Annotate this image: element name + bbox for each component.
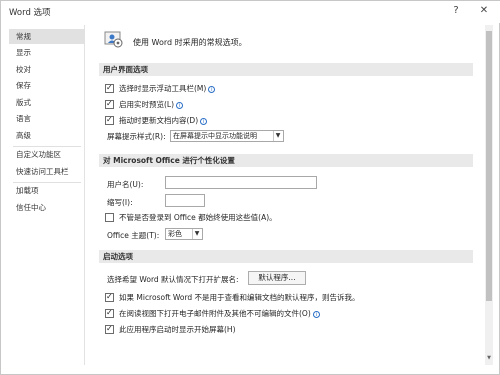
options-content: 使用 Word 时采用的常规选项。 用户界面选项 选择时显示浮动工具栏(M)i … <box>95 25 481 365</box>
chevron-down-icon: ▼ <box>273 131 282 141</box>
initials-label: 缩写(I): <box>107 198 133 207</box>
sidebar-item-general[interactable]: 常规 <box>9 29 85 44</box>
ui-options-header: 用户界面选项 <box>99 63 473 76</box>
sidebar-item-add-ins[interactable]: 加载项 <box>9 183 85 198</box>
personalize-header: 对 Microsoft Office 进行个性化设置 <box>99 154 473 167</box>
option-reading-view-attachments[interactable]: 在阅读视图下打开电子邮件附件及其他不可编辑的文件(O)i <box>105 307 475 320</box>
sidebar-item-display[interactable]: 显示 <box>9 45 85 60</box>
info-icon: i <box>176 101 184 109</box>
show-start-screen-label: 此应用程序启动时显示开始屏幕(H) <box>119 325 236 334</box>
option-mini-toolbar[interactable]: 选择时显示浮动工具栏(M)i <box>105 82 405 95</box>
word-options-dialog: Word 选项 ? ✕ 常规 显示 校对 保存 版式 语言 高级 自定义功能区 … <box>0 0 500 375</box>
default-program-notice-label: 如果 Microsoft Word 不是用于查看和编辑文档的默认程序，则告诉我。 <box>119 293 360 302</box>
startup-options-header: 启动选项 <box>99 250 473 263</box>
screentip-style-select[interactable]: 在屏幕提示中显示功能说明 ▼ <box>170 130 284 142</box>
option-update-while-dragging[interactable]: 拖动时更新文档内容(D)i <box>105 114 405 127</box>
sidebar-item-quick-access-toolbar[interactable]: 快速访问工具栏 <box>9 164 85 179</box>
sidebar-item-customize-ribbon[interactable]: 自定义功能区 <box>9 147 85 162</box>
always-use-values-label: 不管是否登录到 Office 都始终使用这些值(A)。 <box>119 213 277 222</box>
mini-toolbar-checkbox[interactable] <box>105 82 114 94</box>
dialog-title: Word 选项 <box>9 8 51 18</box>
close-button[interactable]: ✕ <box>475 3 493 19</box>
default-program-notice-checkbox[interactable] <box>105 291 114 303</box>
live-preview-label: 启用实时预览(L) <box>119 100 175 109</box>
username-input[interactable] <box>165 176 317 189</box>
office-theme-select[interactable]: 彩色 ▼ <box>165 228 203 240</box>
screentip-style-label: 屏幕提示样式(R): <box>107 132 166 141</box>
reading-view-attachments-label: 在阅读视图下打开电子邮件附件及其他不可编辑的文件(O) <box>119 309 311 318</box>
content-scrollbar[interactable]: ▼ <box>485 25 493 365</box>
title-bar: Word 选项 ? ✕ <box>1 1 500 23</box>
general-settings-icon <box>104 31 123 48</box>
initials-input[interactable] <box>165 194 205 207</box>
update-while-dragging-checkbox[interactable] <box>105 114 114 126</box>
sidebar-item-save[interactable]: 保存 <box>9 78 85 93</box>
always-use-values-checkbox[interactable] <box>105 213 114 222</box>
show-start-screen-checkbox[interactable] <box>105 323 114 335</box>
sidebar-item-proofing[interactable]: 校对 <box>9 62 85 77</box>
option-default-program-notice[interactable]: 如果 Microsoft Word 不是用于查看和编辑文档的默认程序，则告诉我。 <box>105 291 475 304</box>
help-button[interactable]: ? <box>447 3 465 19</box>
office-theme-label: Office 主题(T): <box>107 231 160 240</box>
sidebar-item-trust-center[interactable]: 信任中心 <box>9 200 85 215</box>
default-programs-button[interactable]: 默认程序... <box>248 271 306 285</box>
scroll-thumb[interactable] <box>486 31 492 301</box>
chevron-down-icon: ▼ <box>192 229 201 239</box>
sidebar-item-language[interactable]: 语言 <box>9 111 85 126</box>
username-label: 用户名(U): <box>107 180 144 189</box>
option-always-use-values[interactable]: 不管是否登录到 Office 都始终使用这些值(A)。 <box>105 212 405 224</box>
default-extensions-label: 选择希望 Word 默认情况下打开扩展名: <box>107 275 239 284</box>
reading-view-attachments-checkbox[interactable] <box>105 307 114 319</box>
info-icon: i <box>208 85 216 93</box>
update-while-dragging-label: 拖动时更新文档内容(D) <box>119 116 199 125</box>
sidebar-item-advanced[interactable]: 高级 <box>9 128 85 143</box>
info-icon: i <box>312 310 320 318</box>
option-live-preview[interactable]: 启用实时预览(L)i <box>105 98 405 111</box>
option-show-start-screen[interactable]: 此应用程序启动时显示开始屏幕(H) <box>105 323 475 336</box>
scroll-down-icon[interactable]: ▼ <box>485 355 493 363</box>
screentip-style-value: 在屏幕提示中显示功能说明 <box>173 132 257 140</box>
intro-text: 使用 Word 时采用的常规选项。 <box>133 38 247 47</box>
sidebar-item-typography[interactable]: 版式 <box>9 95 85 110</box>
mini-toolbar-label: 选择时显示浮动工具栏(M) <box>119 84 207 93</box>
office-theme-value: 彩色 <box>168 230 182 238</box>
info-icon: i <box>200 117 208 125</box>
options-sidebar: 常规 显示 校对 保存 版式 语言 高级 自定义功能区 快速访问工具栏 加载项 … <box>9 25 85 365</box>
live-preview-checkbox[interactable] <box>105 98 114 110</box>
